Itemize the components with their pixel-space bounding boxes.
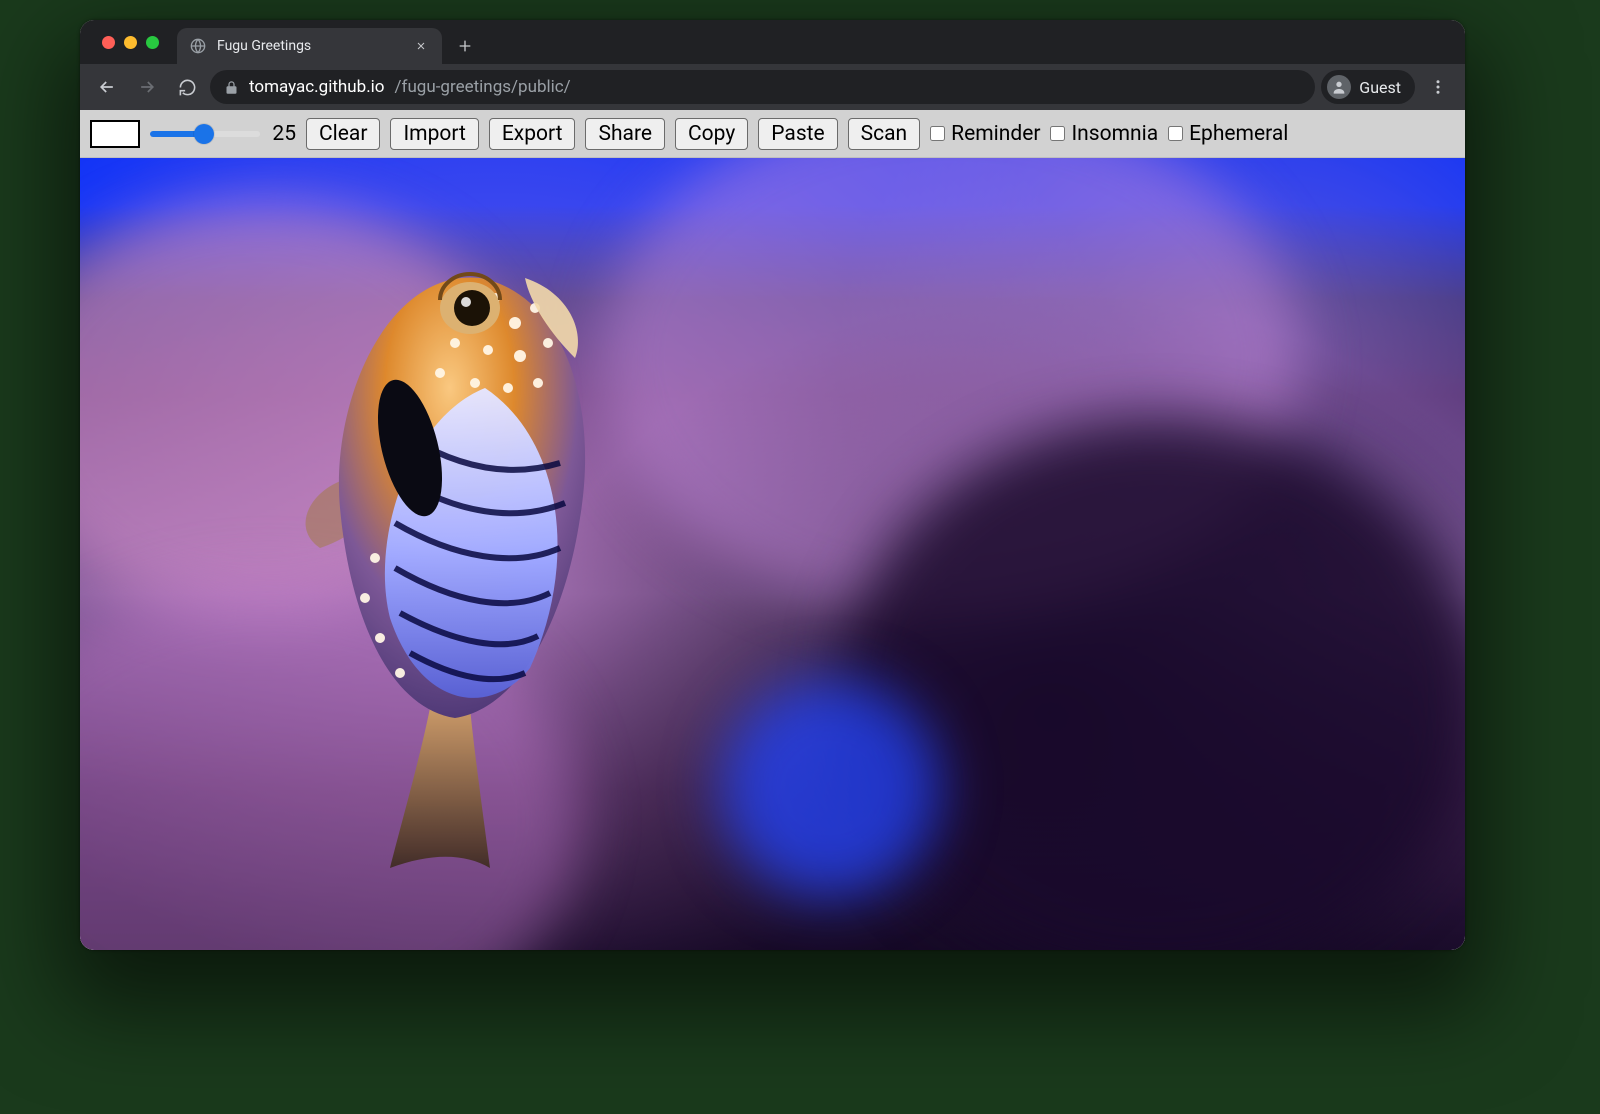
insomnia-label: Insomnia xyxy=(1071,122,1158,146)
tab-strip: Fugu Greetings xyxy=(80,20,1465,64)
url-host: tomayac.github.io xyxy=(249,77,385,97)
address-bar[interactable]: tomayac.github.io/fugu-greetings/public/ xyxy=(210,70,1315,104)
brush-size-control: 25 xyxy=(150,122,296,146)
tab-title: Fugu Greetings xyxy=(217,38,402,54)
forward-button[interactable] xyxy=(130,70,164,104)
insomnia-checkbox[interactable]: Insomnia xyxy=(1050,122,1158,146)
tab-close-button[interactable] xyxy=(412,37,430,55)
insomnia-input[interactable] xyxy=(1050,126,1065,141)
browser-toolbar: tomayac.github.io/fugu-greetings/public/… xyxy=(80,64,1465,110)
profile-label: Guest xyxy=(1359,78,1401,97)
brush-size-value: 25 xyxy=(268,122,296,146)
ephemeral-checkbox[interactable]: Ephemeral xyxy=(1168,122,1288,146)
window-close-button[interactable] xyxy=(102,36,115,49)
share-button[interactable]: Share xyxy=(585,118,665,150)
profile-button[interactable]: Guest xyxy=(1321,70,1415,104)
copy-button[interactable]: Copy xyxy=(675,118,748,150)
fish-image xyxy=(280,238,640,878)
ephemeral-input[interactable] xyxy=(1168,126,1183,141)
reminder-label: Reminder xyxy=(951,122,1040,146)
avatar-icon xyxy=(1327,75,1351,99)
import-button[interactable]: Import xyxy=(390,118,478,150)
reload-button[interactable] xyxy=(170,70,204,104)
window-minimize-button[interactable] xyxy=(124,36,137,49)
drawing-canvas[interactable] xyxy=(80,158,1465,950)
url-path: /fugu-greetings/public/ xyxy=(395,77,571,97)
globe-icon xyxy=(189,37,207,55)
browser-window: Fugu Greetings tomayac.github.io/fugu-gr… xyxy=(80,20,1465,950)
lock-icon xyxy=(224,80,239,95)
paste-button[interactable]: Paste xyxy=(758,118,837,150)
scan-button[interactable]: Scan xyxy=(848,118,920,150)
ephemeral-label: Ephemeral xyxy=(1189,122,1288,146)
browser-tab[interactable]: Fugu Greetings xyxy=(177,28,442,64)
color-swatch[interactable] xyxy=(90,120,140,148)
reminder-checkbox[interactable]: Reminder xyxy=(930,122,1040,146)
window-controls xyxy=(92,20,177,64)
export-button[interactable]: Export xyxy=(489,118,576,150)
brush-size-slider[interactable] xyxy=(150,131,260,137)
window-maximize-button[interactable] xyxy=(146,36,159,49)
browser-menu-button[interactable] xyxy=(1421,70,1455,104)
new-tab-button[interactable] xyxy=(450,31,480,61)
clear-button[interactable]: Clear xyxy=(306,118,380,150)
app-toolbar: 25 Clear Import Export Share Copy Paste … xyxy=(80,110,1465,158)
reminder-input[interactable] xyxy=(930,126,945,141)
back-button[interactable] xyxy=(90,70,124,104)
page-content: 25 Clear Import Export Share Copy Paste … xyxy=(80,110,1465,950)
